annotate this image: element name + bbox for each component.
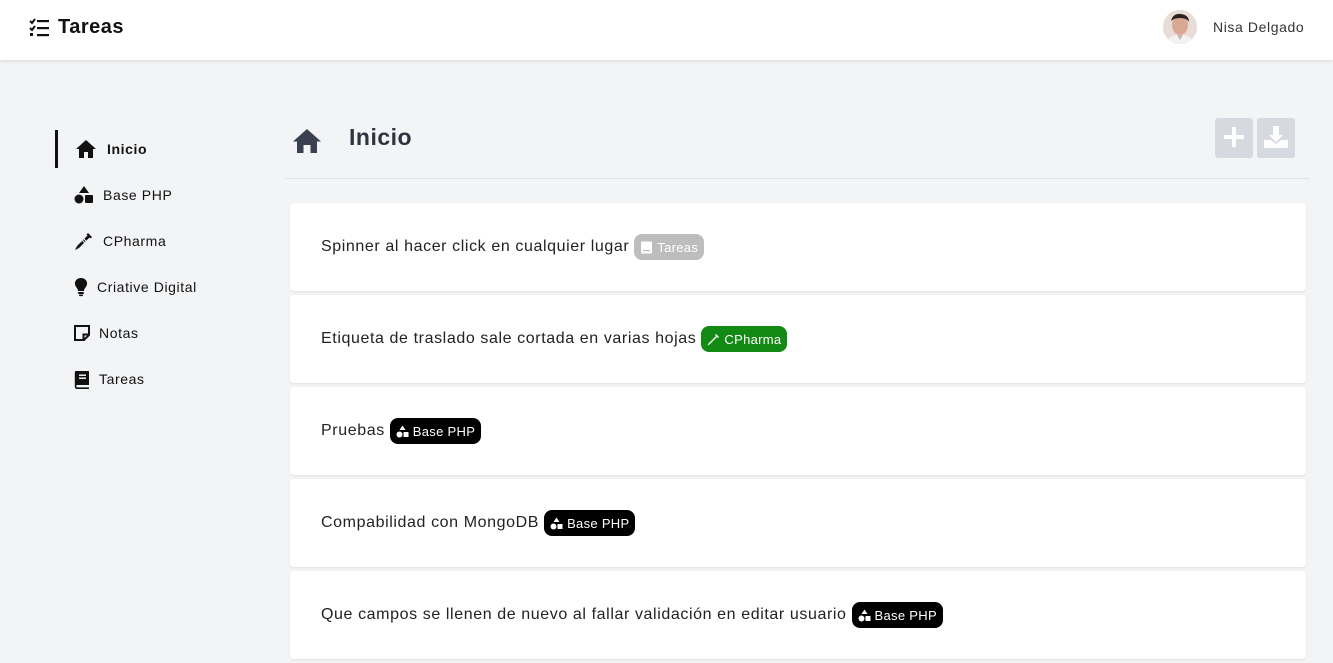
syringe-icon [73,230,95,252]
task-card[interactable]: Etiqueta de traslado sale cortada en var… [290,295,1306,383]
tag-badge[interactable]: Base PHP [544,510,636,536]
tag-badge[interactable]: Base PHP [851,602,943,628]
tag-badge[interactable]: Base PHP [389,418,482,444]
tag-badge[interactable]: Tareas [634,234,705,260]
home-icon [75,138,97,160]
task-title: Spinner al hacer click en cualquier luga… [321,238,630,255]
plus-icon [1223,126,1245,151]
page-title: Inicio [349,124,413,150]
task-title: Compabilidad con MongoDB [321,514,540,531]
task-card[interactable]: Spinner al hacer click en cualquier luga… [290,203,1306,291]
lightbulb-icon [73,276,89,298]
task-card[interactable]: Compabilidad con MongoDB Base PHP [290,479,1306,567]
tag-label: Tareas [657,239,699,255]
avatar[interactable] [1163,10,1197,44]
sidebar-item-label: Notas [99,325,139,341]
tag-label: Base PHP [874,607,937,623]
sidebar-item-inicio[interactable]: Inicio [55,130,255,168]
sidebar-item-criative-digital[interactable]: Criative Digital [55,268,255,306]
task-list: Spinner al hacer click en cualquier luga… [290,203,1306,663]
task-title: Pruebas [321,422,385,439]
sidebar-item-base-php[interactable]: Base PHP [55,176,255,214]
add-button[interactable] [1215,118,1253,158]
tag-label: Base PHP [412,423,476,439]
syringe-icon [707,333,720,346]
home-icon [292,128,322,154]
shapes-icon [396,425,409,438]
download-button[interactable] [1257,118,1295,158]
sidebar-item-tareas[interactable]: Tareas [55,360,255,398]
task-title: Etiqueta de traslado sale cortada en var… [321,330,697,347]
task-title: Que campos se llenen de nuevo al fallar … [321,606,847,623]
download-icon [1263,125,1289,152]
sidebar-item-label: Inicio [107,141,148,157]
sidebar-item-label: Criative Digital [97,279,197,295]
sidebar-item-cpharma[interactable]: CPharma [55,222,255,260]
top-bar: Tareas Nisa Delgado [0,0,1333,60]
sidebar-item-notas[interactable]: Notas [55,314,255,352]
book-icon [640,241,653,254]
brand[interactable]: Tareas [28,16,124,39]
page-header: Inicio [285,118,1310,179]
tag-label: CPharma [724,331,782,347]
shapes-icon [550,517,563,530]
shapes-icon [73,184,95,206]
sidebar: Inicio Base PHP CPharma Criative Digital… [55,130,255,406]
sidebar-item-label: Base PHP [103,187,173,203]
book-icon [73,368,91,390]
tag-badge[interactable]: CPharma [701,326,788,352]
checklist-icon [28,17,50,39]
task-card[interactable]: Pruebas Base PHP [290,387,1306,475]
tag-label: Base PHP [567,515,630,531]
note-icon [73,322,91,344]
user-menu[interactable]: Nisa Delgado [1163,10,1333,44]
app-title: Tareas [58,16,125,38]
sidebar-item-label: Tareas [99,371,145,387]
shapes-icon [858,609,871,622]
sidebar-item-label: CPharma [103,233,167,249]
user-name: Nisa Delgado [1213,19,1305,35]
task-card[interactable]: Que campos se llenen de nuevo al fallar … [290,571,1306,659]
